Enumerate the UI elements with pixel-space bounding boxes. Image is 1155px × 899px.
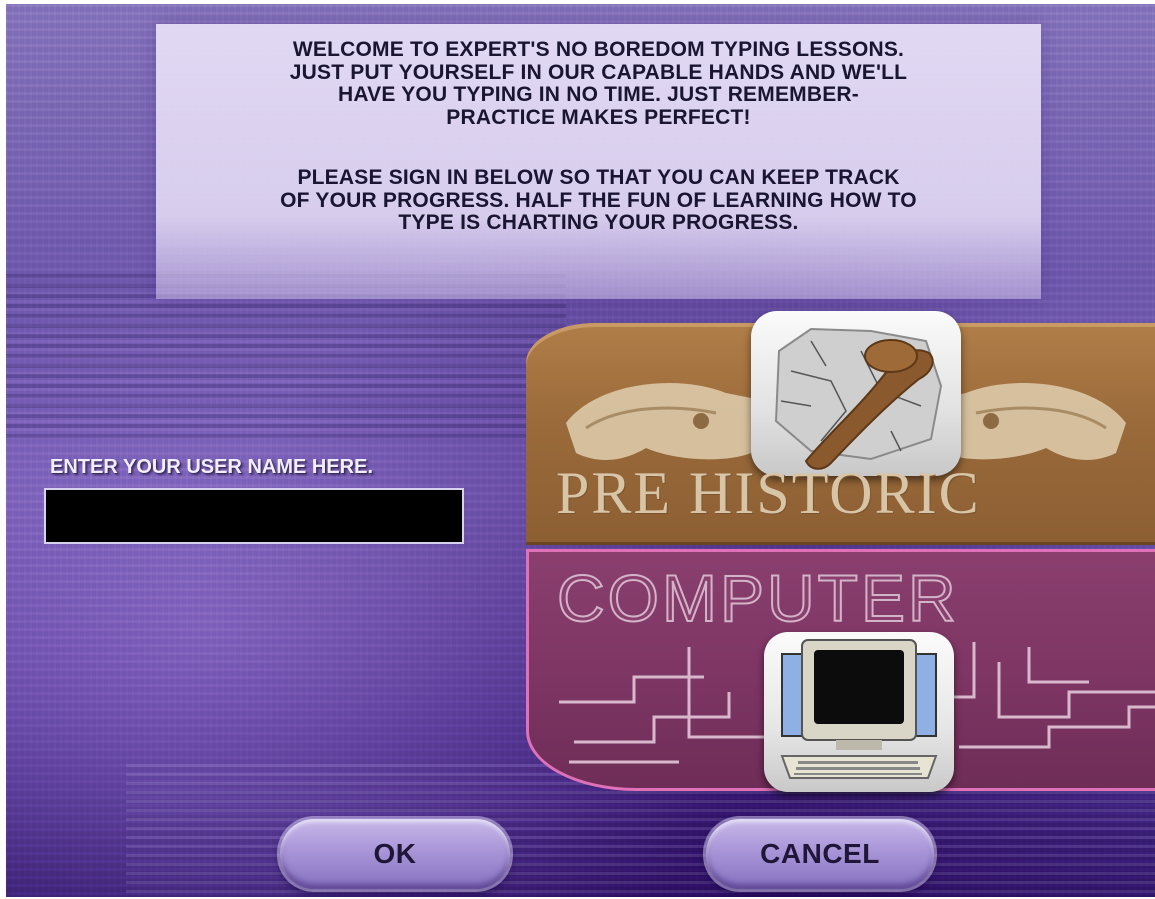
computer-lesson-sign[interactable]: COMPUTER <box>526 549 1155 792</box>
cancel-button[interactable]: CANCEL <box>706 819 934 889</box>
text-texture-band <box>6 274 566 444</box>
club-on-stone-icon <box>751 311 961 476</box>
ok-button[interactable]: OK <box>280 819 510 889</box>
username-input[interactable] <box>44 488 464 544</box>
prehistoric-title: PRE HISTORIC <box>556 460 981 526</box>
welcome-panel: WELCOME TO EXPERT'S NO BOREDOM TYPING LE… <box>156 24 1041 299</box>
username-label: ENTER YOUR USER NAME HERE. <box>50 456 374 478</box>
lesson-login-screen: WELCOME TO EXPERT'S NO BOREDOM TYPING LE… <box>6 4 1155 897</box>
prehistoric-lesson-sign[interactable]: PRE HISTORIC <box>526 311 1155 545</box>
welcome-message: WELCOME TO EXPERT'S NO BOREDOM TYPING LE… <box>289 38 908 129</box>
sign-in-instructions: PLEASE SIGN IN BELOW SO THAT YOU CAN KEE… <box>280 166 917 234</box>
desktop-computer-icon <box>764 632 954 792</box>
computer-title: COMPUTER <box>556 560 959 636</box>
